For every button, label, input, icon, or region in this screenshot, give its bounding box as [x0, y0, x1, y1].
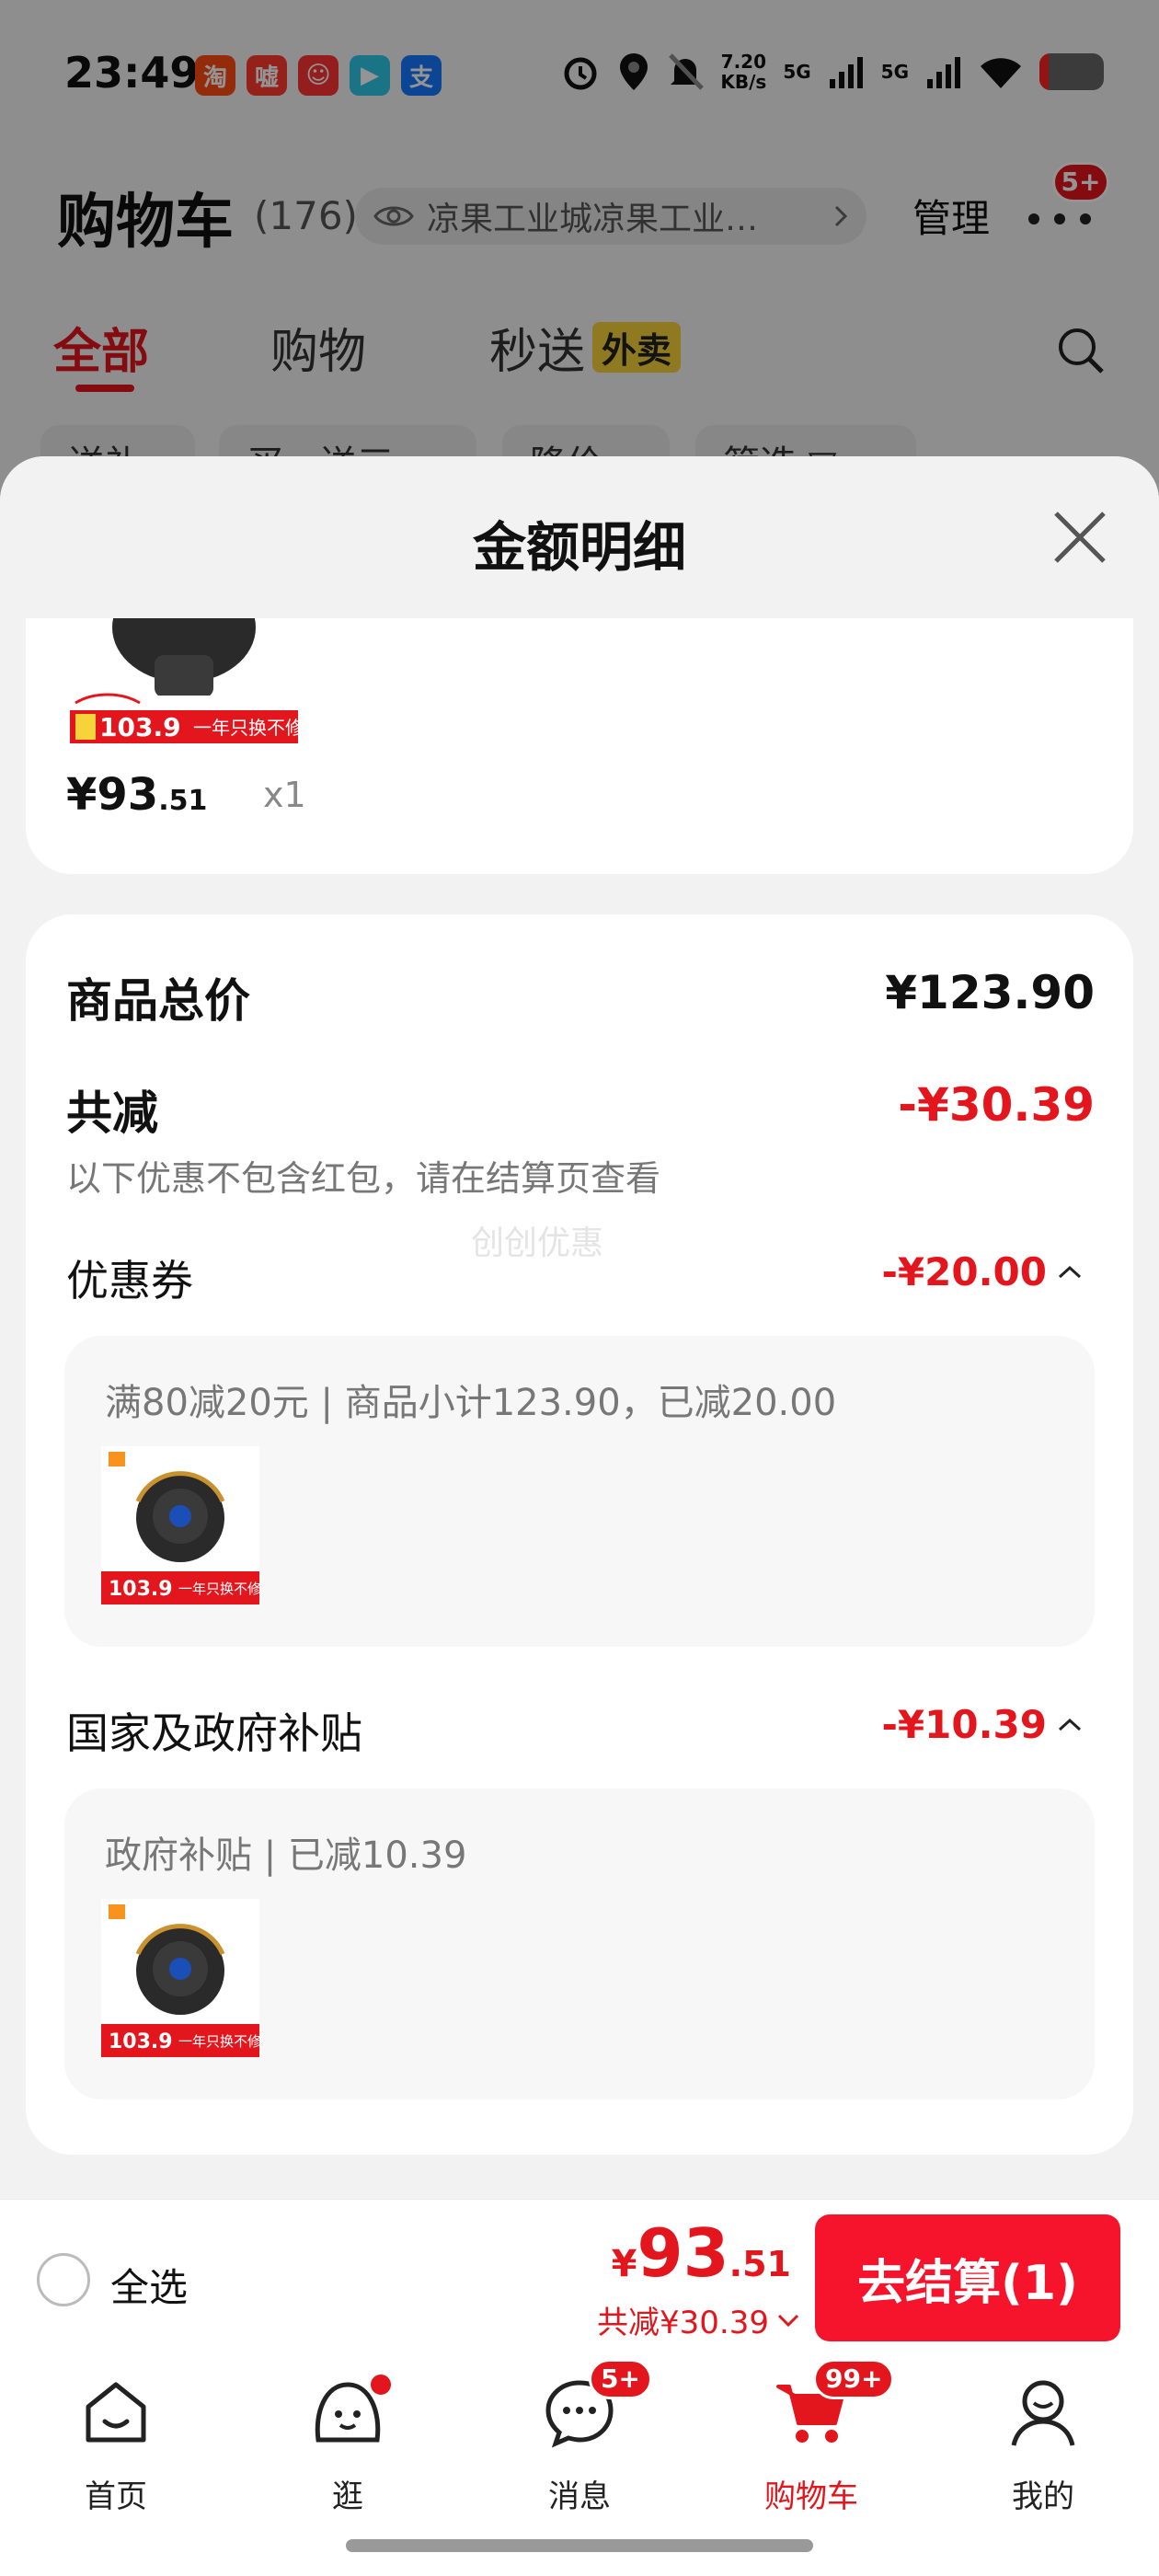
coupon-detail-box: 满80减20元 | 商品小计123.90，已减20.00 103.9 一年只换不… — [64, 1336, 1095, 1647]
nav-item-cart[interactable]: 99+ 购物车 — [729, 2359, 895, 2515]
coupon-toggle[interactable]: -¥20.00 — [881, 1249, 1084, 1294]
total-currency: ¥ — [611, 2243, 637, 2285]
subsidy-value: -¥10.39 — [881, 1702, 1047, 1747]
browse-notification-dot — [368, 2372, 394, 2398]
product-banner-slogan: 一年只换不修 — [193, 717, 298, 739]
total-price-value: ¥123.90 — [885, 966, 1095, 1019]
select-all-checkbox[interactable] — [37, 2253, 90, 2306]
price-detail-card: 商品总价 ¥123.90 共减 -¥30.39 以下优惠不包含红包，请在结算页查… — [26, 914, 1133, 2155]
product-price-dec: .51 — [158, 785, 208, 817]
nav-label-messages: 消息 — [548, 2478, 611, 2515]
subsidy-label: 国家及政府补贴 — [66, 1708, 362, 1758]
coupon-label: 优惠券 — [66, 1256, 193, 1305]
product-price: ¥93.51 — [66, 769, 207, 821]
nav-item-browse[interactable]: 逛 — [265, 2372, 430, 2515]
saved-amount-link[interactable]: 共减¥30.39 — [597, 2297, 800, 2342]
product-card: 103.9 一年只换不修 ¥93.51 x1 — [26, 618, 1133, 874]
subsidy-toggle[interactable]: -¥10.39 — [881, 1702, 1084, 1747]
watermark-text: 创创优惠 — [471, 1225, 604, 1262]
checkout-bar: 全选 ¥93.51 共减¥30.39 去结算(1) — [0, 2199, 1159, 2357]
nav-label-profile: 我的 — [1012, 2478, 1074, 2515]
discount-hint: 以下优惠不包含红包，请在结算页查看 — [66, 1158, 661, 1199]
subsidy-thumb-price: 103.9 — [109, 2030, 173, 2053]
select-all-label[interactable]: 全选 — [110, 2257, 188, 2313]
total-int: 93 — [637, 2214, 729, 2292]
subsidy-detail-text: 政府补贴 | 已减10.39 — [105, 1834, 467, 1877]
sheet-header: 金额明细 — [0, 456, 1159, 618]
coupon-thumb-slogan: 一年只换不修 — [178, 1581, 259, 1597]
home-icon — [86, 2382, 146, 2443]
amount-detail-sheet: 金额明细 103.9 一年只换不修 ¥93.51 x1 商品总价 ¥123.90… — [0, 456, 1159, 2199]
product-quantity: x1 — [263, 775, 306, 815]
nav-item-messages[interactable]: 5+ 消息 — [497, 2359, 662, 2515]
coupon-product-thumbnail: 103.9 一年只换不修 — [101, 1446, 259, 1604]
profile-icon — [1011, 2380, 1075, 2446]
messages-badge: 5+ — [589, 2359, 652, 2399]
checkout-total-price: ¥93.51 — [612, 2214, 791, 2292]
close-icon[interactable] — [1047, 504, 1113, 570]
saved-amount-text: 共减¥30.39 — [597, 2305, 769, 2341]
total-discount-label: 共减 — [66, 1087, 158, 1140]
coupon-value: -¥20.00 — [881, 1249, 1047, 1294]
product-price-int: ¥93 — [66, 769, 159, 821]
cart-badge: 99+ — [813, 2359, 895, 2399]
home-indicator[interactable] — [346, 2539, 813, 2552]
subsidy-product-thumbnail: 103.9 一年只换不修 — [101, 1899, 259, 2057]
nav-label-browse: 逛 — [332, 2478, 363, 2515]
total-dec: .51 — [729, 2244, 791, 2284]
subsidy-detail-box: 政府补贴 | 已减10.39 103.9 一年只换不修 — [64, 1788, 1095, 2099]
nav-item-home[interactable]: 首页 — [33, 2375, 199, 2515]
total-discount-value: -¥30.39 — [898, 1078, 1095, 1132]
checkout-button[interactable]: 去结算(1) — [815, 2214, 1120, 2341]
nav-label-cart: 购物车 — [764, 2478, 858, 2515]
coupon-thumb-price: 103.9 — [109, 1578, 173, 1601]
chevron-up-icon — [1058, 1265, 1082, 1278]
subsidy-thumb-slogan: 一年只换不修 — [178, 2033, 259, 2050]
chevron-down-icon — [777, 2314, 799, 2327]
nav-item-profile[interactable]: 我的 — [960, 2375, 1126, 2515]
nav-label-home: 首页 — [85, 2478, 147, 2515]
product-image[interactable]: 103.9 一年只换不修 — [70, 618, 298, 743]
coupon-detail-text: 满80减20元 | 商品小计123.90，已减20.00 — [105, 1382, 837, 1424]
sheet-title: 金额明细 — [472, 516, 686, 579]
product-banner-price: 103.9 — [99, 712, 181, 742]
total-price-label: 商品总价 — [66, 974, 250, 1028]
chevron-up-icon — [1058, 1718, 1082, 1731]
